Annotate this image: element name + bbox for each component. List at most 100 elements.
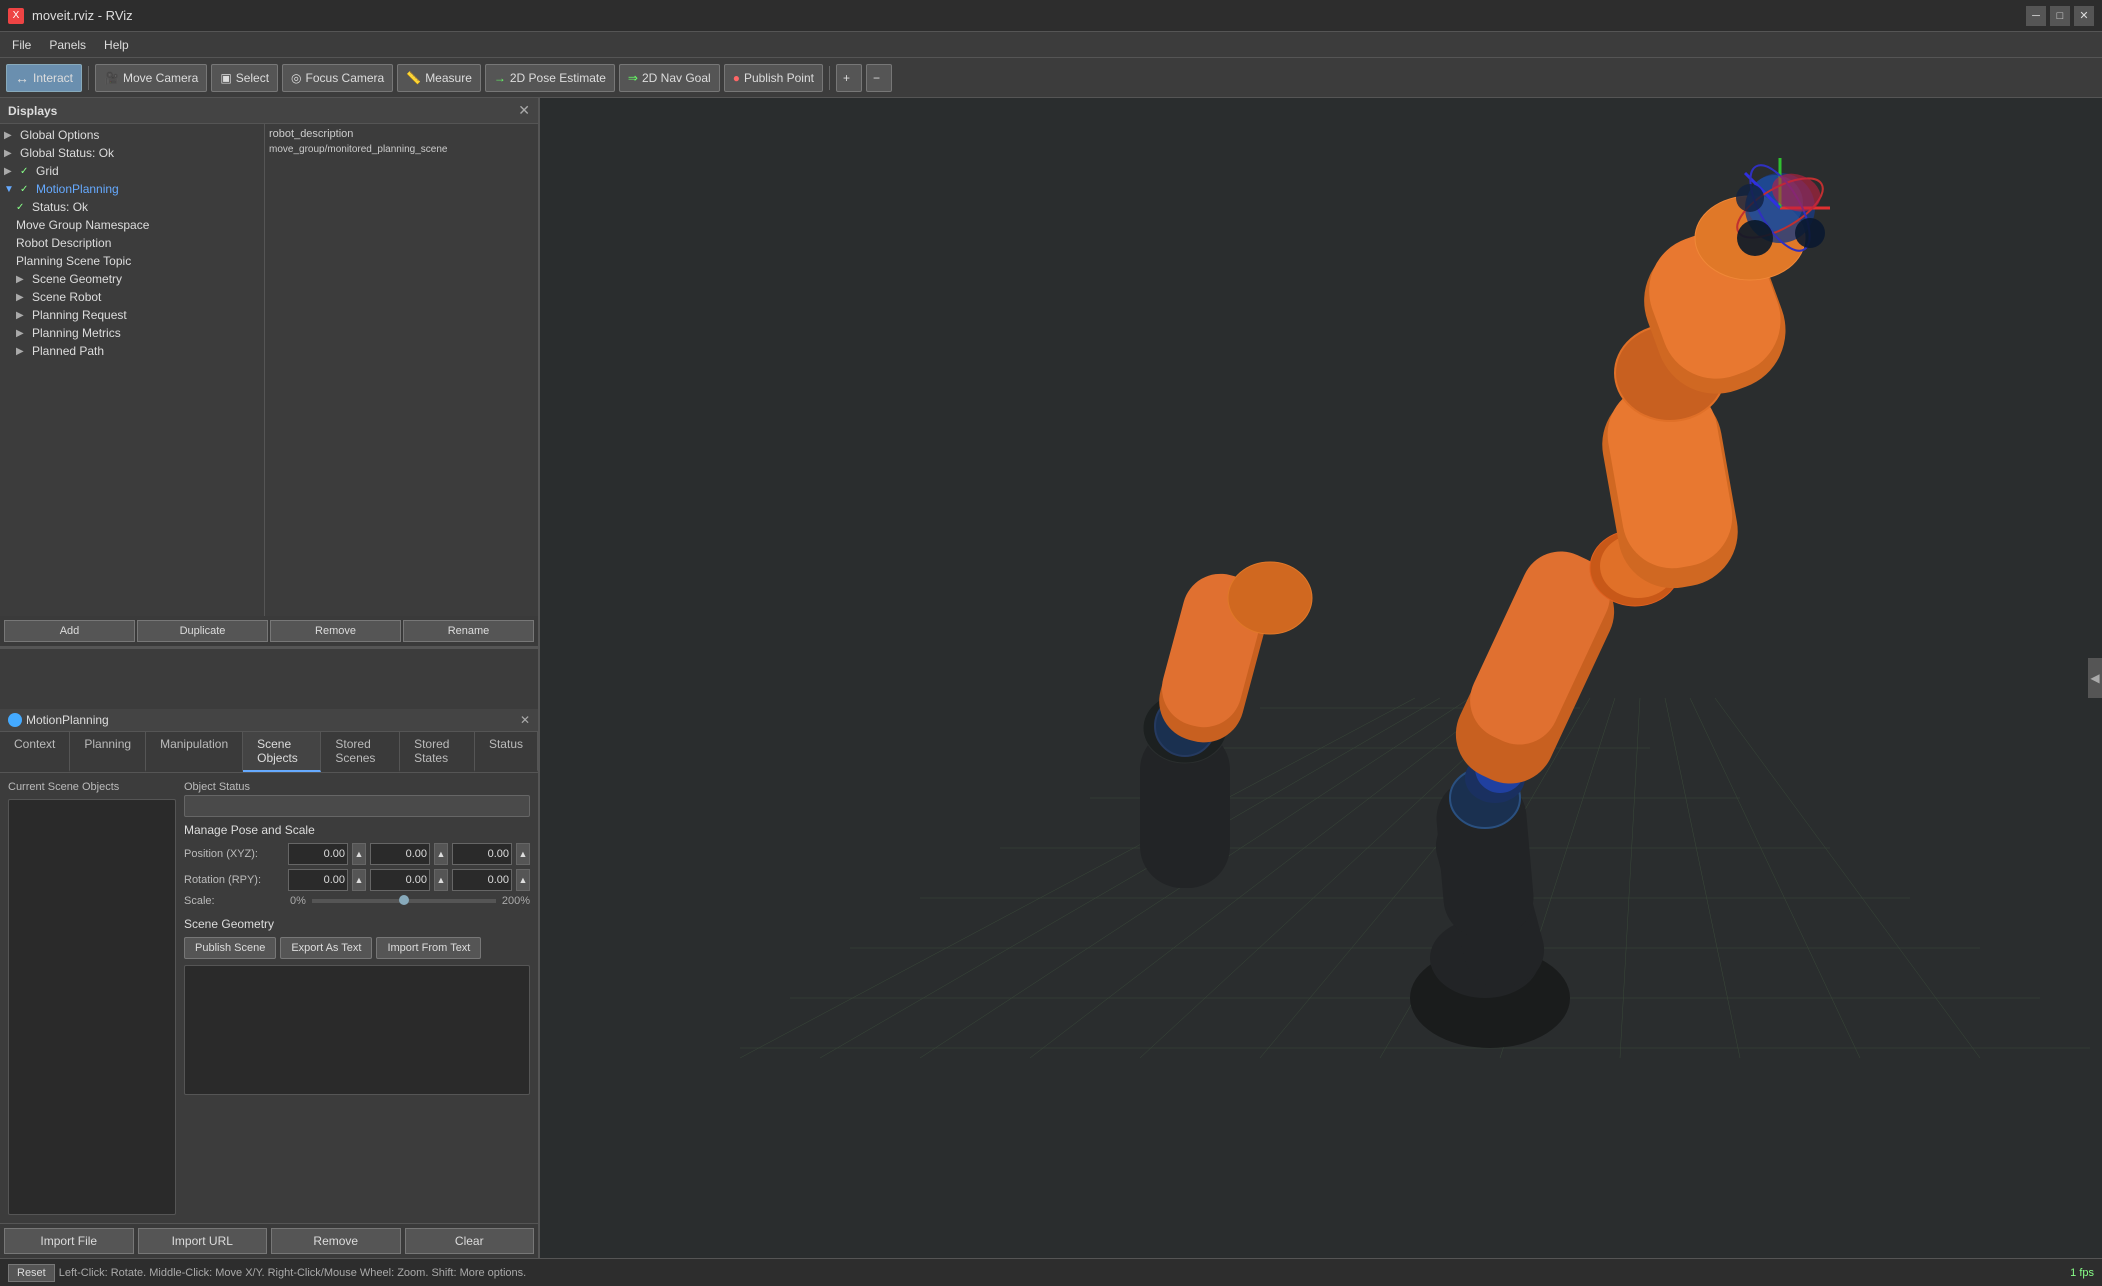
pos-x-input[interactable] bbox=[288, 843, 348, 865]
title-bar-controls: ─ □ ✕ bbox=[2026, 6, 2094, 26]
toolbar-minus-button[interactable]: − bbox=[866, 64, 892, 92]
pos-x-up-btn[interactable]: ▲ bbox=[352, 843, 366, 865]
check-icon: ✓ bbox=[16, 202, 28, 213]
status-left: Reset Left-Click: Rotate. Middle-Click: … bbox=[8, 1264, 526, 1282]
pos-z-up-btn[interactable]: ▲ bbox=[516, 843, 530, 865]
position-label: Position (XYZ): bbox=[184, 848, 284, 860]
displays-content: ▶ Global Options ▶ Global Status: Ok ▶ ✓… bbox=[0, 124, 538, 616]
motion-title: MotionPlanning bbox=[26, 713, 109, 727]
tool-publish-point[interactable]: ● Publish Point bbox=[724, 64, 823, 92]
tab-stored-scenes[interactable]: Stored Scenes bbox=[321, 732, 400, 772]
tab-scene-objects[interactable]: Scene Objects bbox=[243, 732, 321, 772]
displays-header: Displays ✕ bbox=[0, 98, 538, 124]
tool-focus-camera[interactable]: ◎ Focus Camera bbox=[282, 64, 393, 92]
rot-x-input[interactable] bbox=[288, 869, 348, 891]
tool-move-camera-label: Move Camera bbox=[123, 71, 198, 85]
tree-planned-path[interactable]: ▶ Planned Path bbox=[0, 342, 264, 360]
motion-close-icon[interactable]: ✕ bbox=[520, 713, 530, 727]
displays-tree: ▶ Global Options ▶ Global Status: Ok ▶ ✓… bbox=[0, 124, 265, 616]
scale-label: Scale: bbox=[184, 895, 284, 907]
reset-button[interactable]: Reset bbox=[8, 1264, 55, 1282]
rename-display-button[interactable]: Rename bbox=[403, 620, 534, 642]
maximize-button[interactable]: □ bbox=[2050, 6, 2070, 26]
tree-grid[interactable]: ▶ ✓ Grid bbox=[0, 162, 264, 180]
2d-pose-icon: → bbox=[494, 71, 506, 85]
object-status-bar bbox=[184, 795, 530, 817]
rotation-label: Rotation (RPY): bbox=[184, 874, 284, 886]
tab-stored-states[interactable]: Stored States bbox=[400, 732, 475, 772]
status-hint: Left-Click: Rotate. Middle-Click: Move X… bbox=[59, 1267, 526, 1279]
minimize-button[interactable]: ─ bbox=[2026, 6, 2046, 26]
rot-y-up-btn[interactable]: ▲ bbox=[434, 869, 448, 891]
rot-x-up-btn[interactable]: ▲ bbox=[352, 869, 366, 891]
tool-2d-nav[interactable]: ⇒ 2D Nav Goal bbox=[619, 64, 720, 92]
pos-y-up-btn[interactable]: ▲ bbox=[434, 843, 448, 865]
rot-y-input[interactable] bbox=[370, 869, 430, 891]
duplicate-display-button[interactable]: Duplicate bbox=[137, 620, 268, 642]
motion-icon bbox=[8, 713, 22, 727]
tree-scene-robot[interactable]: ▶ Scene Robot bbox=[0, 288, 264, 306]
tree-label: Planning Metrics bbox=[32, 326, 121, 340]
toolbar-sep-1 bbox=[88, 66, 89, 90]
tree-status-ok[interactable]: ✓ Status: Ok bbox=[0, 198, 264, 216]
prop-planning-scene-value: move_group/monitored_planning_scene bbox=[269, 144, 447, 155]
rot-z-up-btn[interactable]: ▲ bbox=[516, 869, 530, 891]
menu-help[interactable]: Help bbox=[96, 36, 137, 54]
toolbar: ↔ Interact 🎥 Move Camera ▣ Select ◎ Focu… bbox=[0, 58, 2102, 98]
tab-manipulation[interactable]: Manipulation bbox=[146, 732, 243, 772]
toolbar-plus-button[interactable]: + bbox=[836, 64, 862, 92]
tree-move-group-ns[interactable]: Move Group Namespace bbox=[0, 216, 264, 234]
tree-robot-desc[interactable]: Robot Description bbox=[0, 234, 264, 252]
rot-z-input[interactable] bbox=[452, 869, 512, 891]
tool-select[interactable]: ▣ Select bbox=[211, 64, 278, 92]
tree-label: Global Status: Ok bbox=[20, 146, 114, 160]
export-as-text-button[interactable]: Export As Text bbox=[280, 937, 372, 959]
fps-counter: 1 fps bbox=[2070, 1267, 2094, 1279]
close-button[interactable]: ✕ bbox=[2074, 6, 2094, 26]
motion-header-left: MotionPlanning bbox=[8, 713, 109, 727]
viewport[interactable]: ◀ bbox=[540, 98, 2102, 1258]
tab-planning[interactable]: Planning bbox=[70, 732, 146, 772]
prop-robot-desc: robot_description bbox=[269, 126, 534, 142]
displays-close-icon[interactable]: ✕ bbox=[518, 102, 530, 119]
tree-global-status[interactable]: ▶ Global Status: Ok bbox=[0, 144, 264, 162]
remove-button[interactable]: Remove bbox=[271, 1228, 401, 1254]
tab-context[interactable]: Context bbox=[0, 732, 70, 772]
tab-status[interactable]: Status bbox=[475, 732, 538, 772]
scale-slider[interactable] bbox=[312, 899, 496, 903]
empty-section bbox=[0, 649, 538, 709]
tree-scene-geometry[interactable]: ▶ Scene Geometry bbox=[0, 270, 264, 288]
import-from-text-button[interactable]: Import From Text bbox=[376, 937, 481, 959]
pos-y-input[interactable] bbox=[370, 843, 430, 865]
scene-objects-list[interactable] bbox=[8, 799, 176, 1215]
tool-interact[interactable]: ↔ Interact bbox=[6, 64, 82, 92]
menu-panels[interactable]: Panels bbox=[41, 36, 94, 54]
import-file-button[interactable]: Import File bbox=[4, 1228, 134, 1254]
position-row: Position (XYZ): ▲ ▲ ▲ bbox=[184, 843, 530, 865]
status-bar: Reset Left-Click: Rotate. Middle-Click: … bbox=[0, 1258, 2102, 1286]
add-display-button[interactable]: Add bbox=[4, 620, 135, 642]
tree-planning-scene-topic[interactable]: Planning Scene Topic bbox=[0, 252, 264, 270]
displays-section: Displays ✕ ▶ Global Options ▶ Global Sta… bbox=[0, 98, 538, 649]
object-status-label: Object Status bbox=[184, 781, 530, 793]
tool-measure[interactable]: 📏 Measure bbox=[397, 64, 481, 92]
scale-thumb bbox=[399, 895, 409, 905]
tree-planning-request[interactable]: ▶ Planning Request bbox=[0, 306, 264, 324]
tree-motion-planning[interactable]: ▼ ✓ MotionPlanning bbox=[0, 180, 264, 198]
bottom-buttons: Import File Import URL Remove Clear bbox=[0, 1223, 538, 1258]
publish-point-icon: ● bbox=[733, 71, 740, 85]
import-url-button[interactable]: Import URL bbox=[138, 1228, 268, 1254]
tool-move-camera[interactable]: 🎥 Move Camera bbox=[95, 64, 207, 92]
tree-label: MotionPlanning bbox=[36, 182, 119, 196]
expand-icon: ▶ bbox=[4, 130, 16, 141]
clear-button[interactable]: Clear bbox=[405, 1228, 535, 1254]
sidebar-arrow[interactable]: ◀ bbox=[2088, 658, 2102, 698]
tool-measure-label: Measure bbox=[425, 71, 472, 85]
tool-2d-pose[interactable]: → 2D Pose Estimate bbox=[485, 64, 615, 92]
menu-file[interactable]: File bbox=[4, 36, 39, 54]
tree-planning-metrics[interactable]: ▶ Planning Metrics bbox=[0, 324, 264, 342]
remove-display-button[interactable]: Remove bbox=[270, 620, 401, 642]
publish-scene-button[interactable]: Publish Scene bbox=[184, 937, 276, 959]
tree-global-options[interactable]: ▶ Global Options bbox=[0, 126, 264, 144]
pos-z-input[interactable] bbox=[452, 843, 512, 865]
